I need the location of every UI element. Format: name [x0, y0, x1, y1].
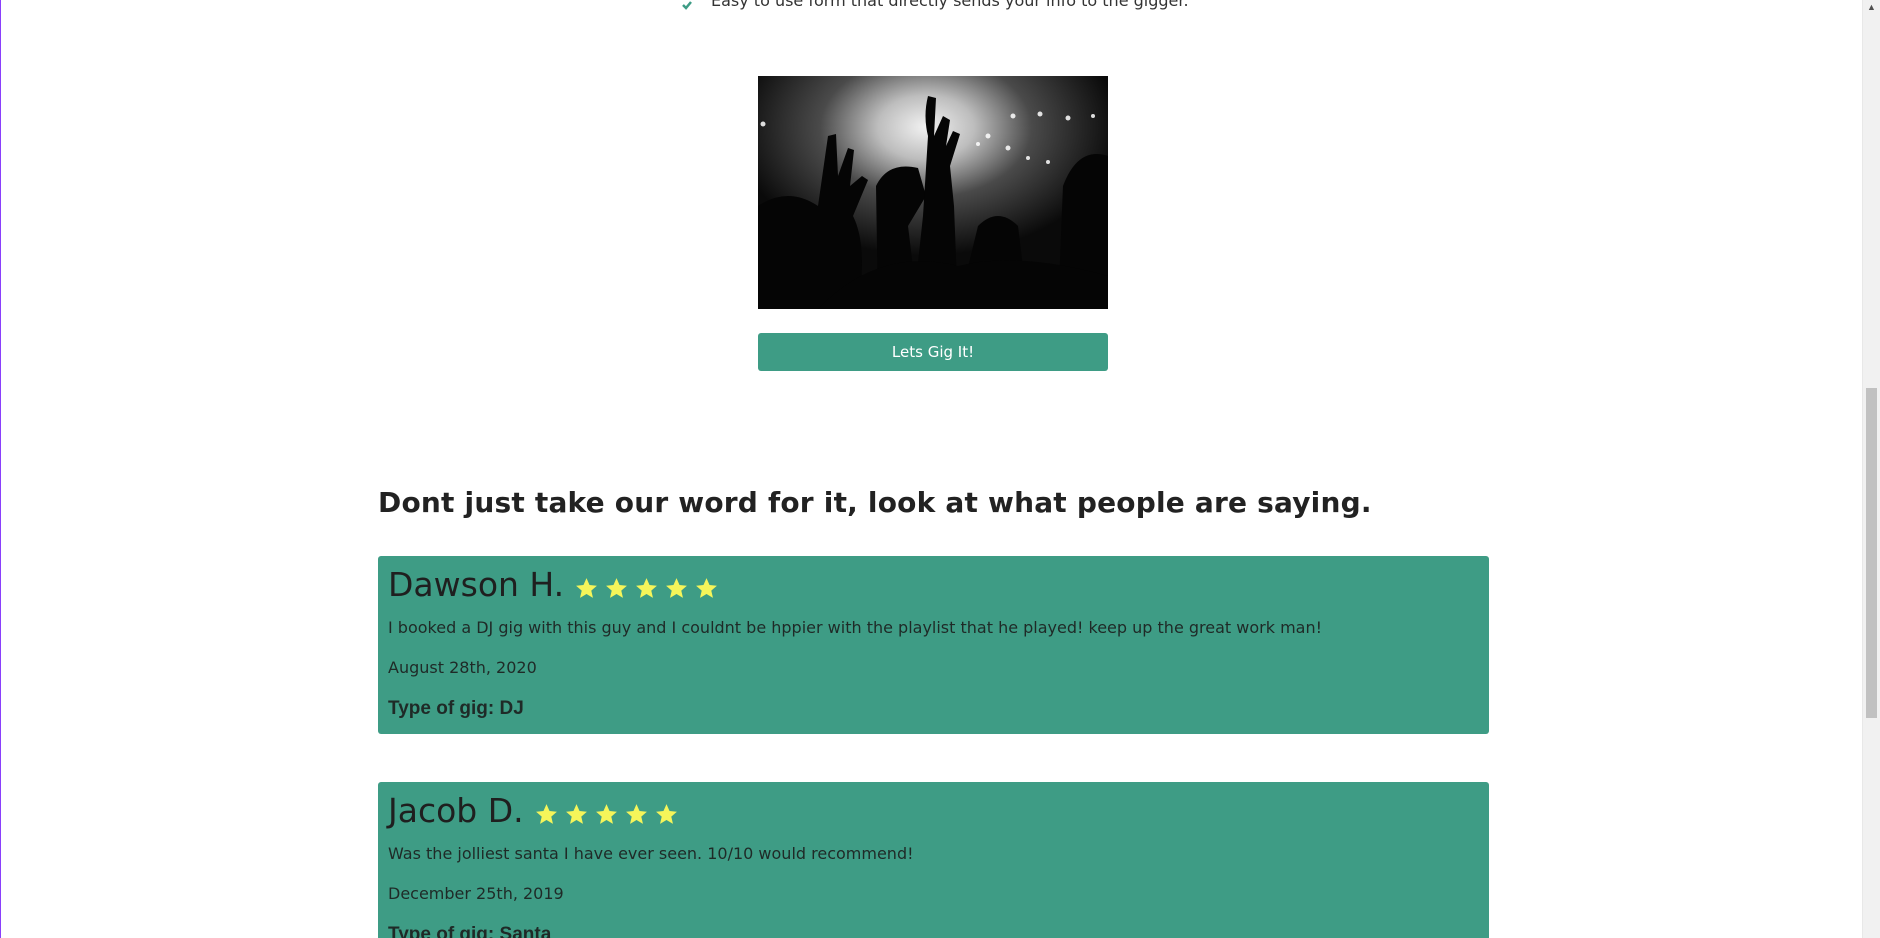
review-date: August 28th, 2020 — [388, 658, 537, 677]
star-icon — [625, 803, 647, 824]
star-icon — [666, 577, 688, 598]
concert-crowd-image — [758, 76, 1108, 309]
review-gig-type: Type of gig: Santa — [388, 924, 552, 938]
star-icon — [595, 803, 617, 824]
feature-item: Easy to use form that directly sends you… — [682, 0, 1189, 10]
review-card: Jacob D. Was the jolliest santa I have e… — [378, 782, 1489, 938]
star-icon — [535, 803, 557, 824]
star-icon — [565, 803, 587, 824]
star-icon — [696, 577, 718, 598]
review-card: Dawson H. I booked a DJ gig with this gu… — [378, 556, 1489, 734]
star-icon — [655, 803, 677, 824]
star-rating — [574, 576, 719, 601]
page: Easy to use form that directly sends you… — [0, 0, 1880, 938]
star-rating — [534, 802, 679, 827]
review-date: December 25th, 2019 — [388, 884, 564, 903]
vertical-scrollbar[interactable]: ▲ — [1862, 0, 1880, 938]
review-header: Jacob D. — [388, 782, 1479, 840]
feature-text: Easy to use form that directly sends you… — [711, 0, 1189, 10]
scrollbar-thumb[interactable] — [1866, 388, 1877, 718]
reviewer-name: Dawson H. — [388, 565, 565, 604]
review-header: Dawson H. — [388, 556, 1479, 614]
review-gig-type: Type of gig: DJ — [388, 698, 524, 719]
scroll-up-arrow-icon[interactable]: ▲ — [1863, 0, 1880, 14]
reviews-heading: Dont just take our word for it, look at … — [378, 486, 1372, 519]
review-text: I booked a DJ gig with this guy and I co… — [388, 618, 1323, 637]
review-text: Was the jolliest santa I have ever seen.… — [388, 844, 914, 863]
reviewer-name: Jacob D. — [388, 791, 524, 830]
lets-gig-it-button[interactable]: Lets Gig It! — [758, 333, 1108, 371]
star-icon — [636, 577, 658, 598]
window-edge — [0, 0, 1, 938]
star-icon — [606, 577, 628, 598]
check-icon — [682, 1, 692, 10]
star-icon — [576, 577, 598, 598]
